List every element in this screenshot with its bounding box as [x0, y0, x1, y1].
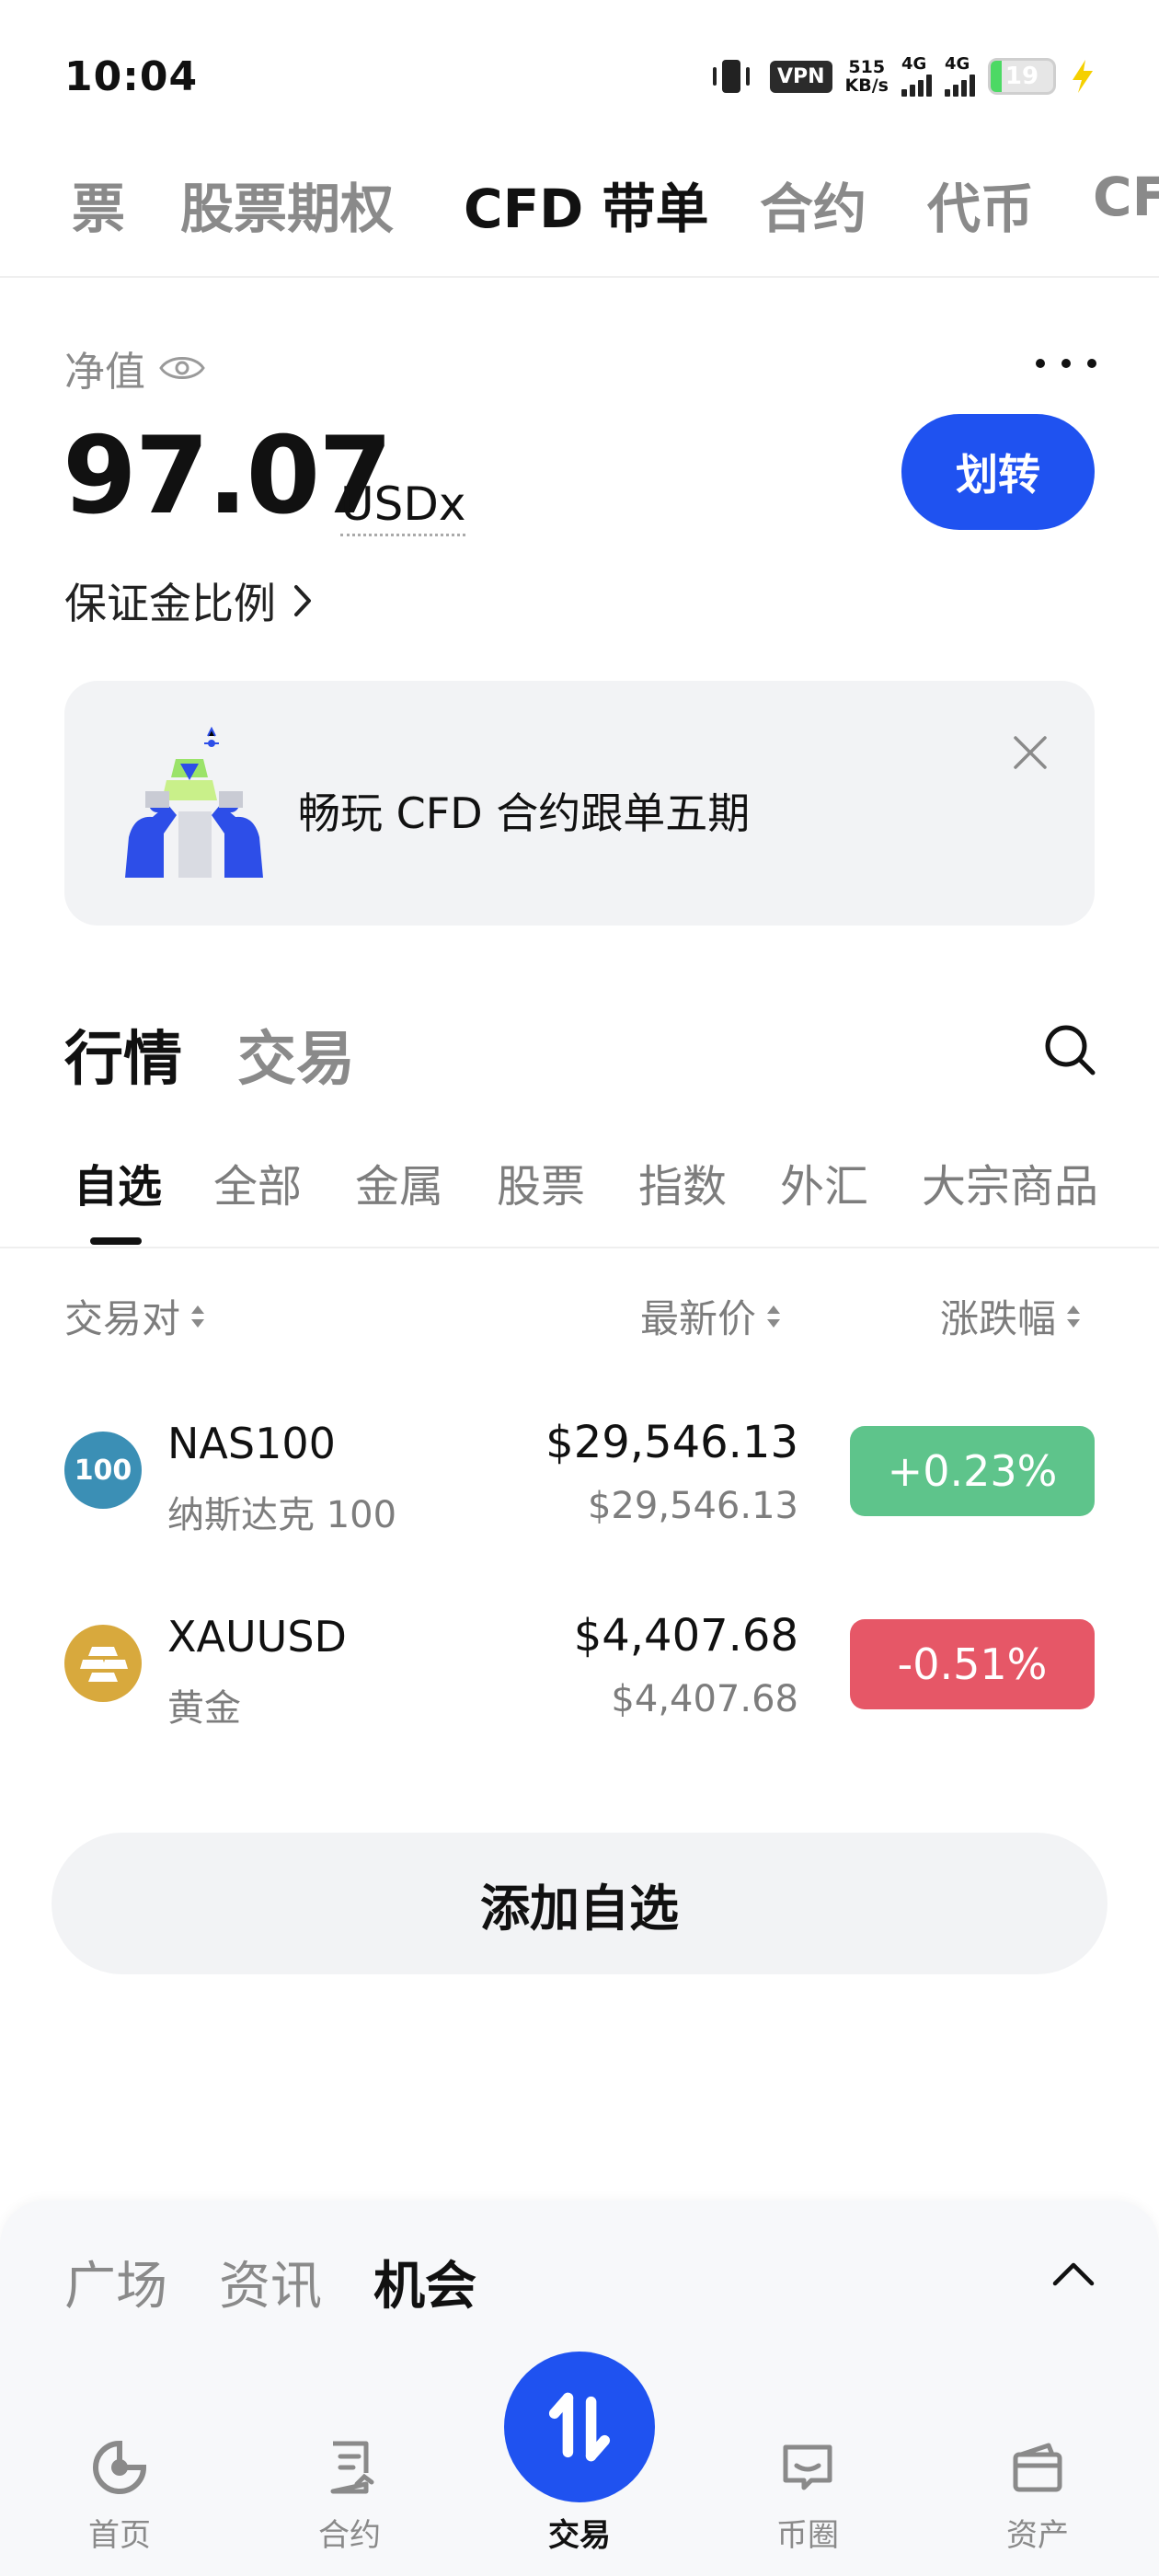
category-watchlist[interactable]: 自选: [74, 1150, 162, 1214]
category-commodities[interactable]: 大宗商品: [922, 1150, 1098, 1214]
charging-icon: [1073, 60, 1093, 93]
swap-arrows-icon: [548, 2392, 611, 2462]
tab-stock-options[interactable]: 股票期权: [180, 166, 394, 243]
product-tabs: 票 股票期权 CFD 带单 合约 代币 CF: [0, 166, 1159, 248]
gold-bars-icon: [64, 1625, 142, 1702]
tab-square[interactable]: 广场: [64, 2245, 167, 2319]
column-header-pair-label: 交易对: [64, 1296, 181, 1341]
chevron-right-icon: [294, 585, 311, 616]
tab-trade[interactable]: 交易: [237, 1012, 355, 1097]
nav-home[interactable]: 首页: [46, 2438, 193, 2555]
nav-assets-label: 资产: [1006, 2517, 1069, 2554]
signal-label: 4G: [945, 54, 970, 74]
tab-news[interactable]: 资讯: [219, 2245, 322, 2319]
column-header-price-label: 最新价: [640, 1296, 757, 1341]
network-speed: 515 KB/s: [845, 58, 889, 95]
nav-community-label: 币圈: [776, 2517, 839, 2554]
margin-ratio-label: 保证金比例: [64, 579, 276, 628]
net-value-label: 净值: [64, 339, 206, 397]
active-tab-indicator: [90, 1237, 142, 1245]
category-metals[interactable]: 金属: [355, 1150, 443, 1214]
signal-label: 4G: [901, 54, 927, 74]
row-price-sub: $4,407.68: [611, 1678, 798, 1720]
divider: [0, 276, 1159, 278]
tab-cfd-copy[interactable]: CFD 带单: [464, 166, 709, 243]
row-name: 黄金: [167, 1687, 241, 1730]
tab-market[interactable]: 行情: [64, 1012, 182, 1097]
row-symbol: NAS100: [167, 1419, 336, 1468]
row-price-sub: $29,546.13: [587, 1485, 798, 1527]
table-row[interactable]: XAUUSD 黄金 $4,407.68 $4,407.68 -0.51%: [0, 1573, 1159, 1757]
status-icons: VPN 515 KB/s 4G 4G 19: [706, 53, 1096, 99]
row-price: $29,546.13: [545, 1417, 798, 1468]
category-all[interactable]: 全部: [213, 1150, 302, 1214]
row-change-badge[interactable]: +0.23%: [850, 1426, 1095, 1516]
signal-icon: 4G: [901, 56, 932, 97]
search-icon[interactable]: [1041, 1021, 1098, 1078]
chevron-up-icon[interactable]: [1050, 2258, 1096, 2289]
nav-futures-label: 合约: [318, 2517, 381, 2554]
tab-tokens[interactable]: 代币: [927, 166, 1034, 243]
net-value-unit[interactable]: USDx: [340, 478, 466, 536]
status-time: 10:04: [64, 53, 199, 100]
sort-icon: [191, 1305, 205, 1328]
eye-icon[interactable]: [158, 351, 206, 385]
battery-level: 19: [1004, 63, 1039, 90]
tab-futures[interactable]: 合约: [760, 166, 866, 243]
row-symbol: XAUUSD: [167, 1612, 347, 1662]
contract-icon: [330, 2441, 374, 2494]
nas100-icon: 100: [64, 1432, 142, 1509]
trade-fab-button[interactable]: [504, 2352, 655, 2502]
sort-icon: [1067, 1305, 1081, 1328]
nav-home-label: 首页: [88, 2517, 151, 2554]
sort-icon: [767, 1305, 781, 1328]
nav-community[interactable]: 币圈: [734, 2438, 881, 2555]
promo-banner[interactable]: 畅玩 CFD 合约跟单五期: [64, 681, 1095, 926]
tab-partial-right[interactable]: CF: [1093, 166, 1159, 228]
status-bar: 10:04 VPN 515 KB/s 4G 4G 19: [0, 0, 1159, 138]
net-value-label-text: 净值: [64, 349, 145, 396]
market-tabs: 行情 交易: [64, 1012, 355, 1097]
more-icon[interactable]: [1036, 359, 1096, 370]
category-tabs: 自选 全部 金属 股票 指数 外汇 大宗商品: [0, 1150, 1159, 1251]
add-watchlist-button[interactable]: 添加自选: [52, 1833, 1107, 1974]
tab-opportunities[interactable]: 机会: [373, 2245, 476, 2319]
home-icon: [93, 2440, 147, 2494]
table-row[interactable]: 100 NAS100 纳斯达克 100 $29,546.13 $29,546.1…: [0, 1380, 1159, 1564]
vibrate-icon: [706, 56, 757, 97]
transfer-button[interactable]: 划转: [901, 414, 1095, 530]
divider: [0, 1247, 1159, 1248]
network-speed-unit: KB/s: [844, 75, 889, 96]
category-forex[interactable]: 外汇: [780, 1150, 868, 1214]
tab-partial-left[interactable]: 票: [72, 166, 125, 243]
feed-tabs: 广场 资讯 机会: [64, 2245, 476, 2319]
nav-futures[interactable]: 合约: [276, 2438, 423, 2555]
network-speed-value: 515: [848, 57, 886, 77]
promo-banner-text: 畅玩 CFD 合约跟单五期: [298, 788, 751, 838]
category-indices[interactable]: 指数: [638, 1150, 727, 1214]
row-change-badge[interactable]: -0.51%: [850, 1619, 1095, 1709]
column-header-price[interactable]: 最新价: [640, 1288, 782, 1344]
wallet-icon: [1013, 2443, 1062, 2492]
nav-assets[interactable]: 资产: [964, 2438, 1111, 2555]
signal-icon: 4G: [945, 56, 975, 97]
promo-illustration-icon: [125, 727, 263, 878]
column-header-change-label: 涨跌幅: [940, 1296, 1057, 1341]
row-price: $4,407.68: [573, 1610, 798, 1662]
column-header-change[interactable]: 涨跌幅: [940, 1288, 1082, 1344]
column-header-pair[interactable]: 交易对: [64, 1288, 206, 1344]
nav-trade-label: 交易: [548, 2517, 611, 2554]
row-name: 纳斯达克 100: [167, 1494, 397, 1536]
battery-icon: 19: [988, 58, 1056, 95]
chat-icon: [783, 2444, 832, 2490]
close-icon[interactable]: [1010, 732, 1050, 773]
margin-ratio-link[interactable]: 保证金比例: [64, 570, 313, 631]
category-stocks[interactable]: 股票: [497, 1150, 585, 1214]
vpn-badge: VPN: [769, 60, 832, 93]
